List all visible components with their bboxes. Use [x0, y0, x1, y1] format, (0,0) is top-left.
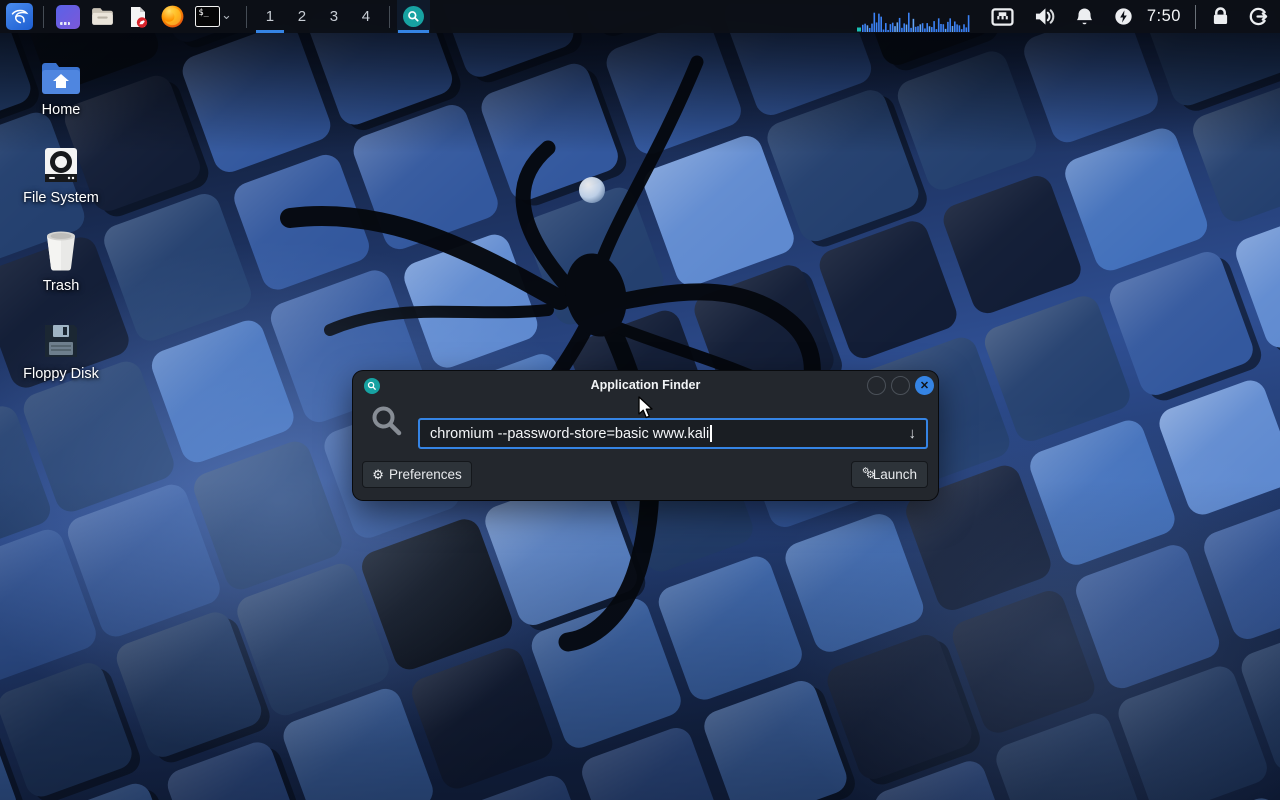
titlebar[interactable]: Application Finder ✕	[353, 371, 938, 401]
desktop-icon-label: File System	[23, 190, 99, 206]
firefox-icon	[160, 4, 185, 29]
taskbar-application-finder[interactable]	[397, 0, 430, 33]
lock-screen-icon[interactable]	[1212, 7, 1229, 26]
terminal-launcher[interactable]: $_ ⌄	[190, 0, 239, 33]
text-caret	[710, 425, 712, 442]
workspace-1[interactable]: 1	[254, 0, 286, 33]
file-manager-icon	[90, 4, 115, 29]
logout-icon[interactable]	[1249, 7, 1268, 26]
cpu-graph[interactable]	[857, 0, 971, 33]
chevron-down-icon[interactable]: ⌄	[221, 7, 232, 23]
gear-icon: ⚙	[372, 467, 384, 483]
panel-separator	[43, 6, 44, 28]
desktop-icon-column: Home File System	[16, 52, 106, 404]
minimize-button[interactable]	[867, 376, 886, 395]
show-desktop-icon	[56, 5, 80, 29]
floppy-disk-icon	[42, 316, 80, 360]
panel-separator	[246, 6, 247, 28]
maximize-button[interactable]	[891, 376, 910, 395]
text-editor-icon	[125, 4, 150, 29]
command-input[interactable]: chromium --password-store=basic www.kali…	[418, 418, 928, 449]
top-panel: $_ ⌄ 1 2 3 4	[0, 0, 1280, 33]
network-icon[interactable]	[991, 8, 1014, 26]
file-manager-launcher[interactable]	[85, 0, 120, 33]
notifications-bell-icon[interactable]	[1075, 7, 1094, 27]
desktop-icon-label: Home	[42, 102, 81, 118]
desktop-icon-label: Floppy Disk	[23, 366, 99, 382]
kali-logo-icon	[6, 3, 33, 30]
home-folder-icon	[40, 52, 82, 96]
desktop-icon-file-system[interactable]: File System	[16, 140, 106, 206]
workspace-2[interactable]: 2	[286, 0, 318, 33]
workspace-3[interactable]: 3	[318, 0, 350, 33]
window-title: Application Finder	[353, 378, 938, 392]
panel-separator	[389, 6, 390, 28]
power-manager-icon[interactable]	[1114, 7, 1133, 26]
clock[interactable]: 7:50	[1147, 7, 1181, 26]
show-desktop-launcher[interactable]	[51, 0, 85, 33]
application-finder-window: Application Finder ✕ chromium --password…	[353, 371, 938, 500]
terminal-icon: $_	[195, 6, 220, 27]
desktop-icon-trash[interactable]: Trash	[16, 228, 106, 294]
close-button[interactable]: ✕	[915, 376, 934, 395]
command-input-text: chromium --password-store=basic www.kali	[430, 426, 709, 442]
file-system-drive-icon	[42, 140, 80, 184]
desktop-screen: $_ ⌄ 1 2 3 4	[0, 0, 1280, 800]
search-icon	[370, 404, 403, 442]
workspace-4[interactable]: 4	[350, 0, 382, 33]
desktop-icon-home[interactable]: Home	[16, 52, 106, 118]
run-gears-icon: ⚙ ⚙	[862, 468, 868, 481]
kali-menu-button[interactable]	[3, 0, 36, 33]
desktop-icon-label: Trash	[43, 278, 80, 294]
preferences-button[interactable]: ⚙ Preferences	[362, 461, 472, 488]
firefox-launcher[interactable]	[155, 0, 190, 33]
launch-button[interactable]: ⚙ ⚙ Launch	[851, 461, 928, 488]
application-finder-icon	[403, 6, 424, 27]
text-editor-launcher[interactable]	[120, 0, 155, 33]
arrow-down-icon[interactable]: ↓	[909, 425, 917, 442]
desktop-icon-floppy-disk[interactable]: Floppy Disk	[16, 316, 106, 382]
volume-icon[interactable]	[1034, 7, 1055, 26]
trash-bin-icon	[41, 228, 81, 272]
panel-separator	[1195, 5, 1196, 29]
